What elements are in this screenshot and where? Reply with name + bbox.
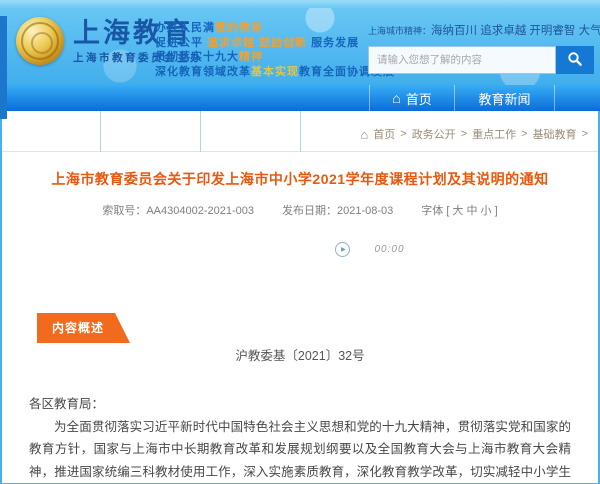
publish-date-value: 2021-08-03 xyxy=(337,205,393,217)
header-right: 上海城市精神：海纳百川 追求卓越 开明睿智 大气谦和 xyxy=(368,21,594,74)
publish-date: 发布日期：2021-08-03 xyxy=(282,202,393,218)
breadcrumb-item-open-gov[interactable]: 政务公开 xyxy=(412,126,456,142)
main-nav: ⌂ 首页 教育新闻 xyxy=(0,85,600,111)
slogan-text: 追求卓越 鼓励创新 xyxy=(207,37,307,49)
publish-date-label: 发布日期： xyxy=(282,205,337,217)
document-reference-number: 沪教委基〔2021〕32号 xyxy=(29,345,571,364)
slogan-text: 深化教育领域改革 xyxy=(155,66,251,78)
doc-number: 索取号：AA4304002-2021-003 xyxy=(102,202,254,218)
slogan-text: 意的教育 xyxy=(215,22,263,34)
salutation: 各区教育局： xyxy=(29,393,571,416)
nav-home-label: 首页 xyxy=(406,89,432,108)
article-meta: 索取号：AA4304002-2021-003 发布日期：2021-08-03 字… xyxy=(29,202,571,218)
menu-cell-divider xyxy=(200,111,201,152)
home-icon: ⌂ xyxy=(392,91,400,105)
nav-spacer xyxy=(0,85,370,111)
nav-item-education-news[interactable]: 教育新闻 xyxy=(455,85,555,111)
slogan-text: 服务发展 xyxy=(307,37,359,49)
slogan-text: 贯彻落实十九大 xyxy=(155,51,239,63)
body-paragraph: 为全面贯彻落实习近平新时代中国特色社会主义思想和党的十九大精神，贯彻落实党和国家… xyxy=(29,416,571,484)
font-size-control[interactable]: 字体 [ 大 中 小 ] xyxy=(421,202,497,218)
play-button[interactable]: ▶ xyxy=(335,242,350,257)
breadcrumb-home[interactable]: 首页 xyxy=(373,126,395,142)
breadcrumb-separator: > xyxy=(582,128,588,140)
article: 上海市教育委员会关于印发上海市中小学2021学年度课程计划及其说明的通知 索取号… xyxy=(2,152,598,483)
search-input[interactable] xyxy=(368,46,556,74)
slogan-text: 促进公平 xyxy=(155,37,207,49)
emblem-icon xyxy=(16,17,64,65)
site-header: 上海教育 上海市教育委员会主办 办好人民满意的教育 促进公平 追求卓越 鼓励创新… xyxy=(0,8,600,85)
search-icon xyxy=(567,51,583,70)
menu-cell-divider xyxy=(100,111,101,152)
search-button[interactable] xyxy=(556,46,594,74)
article-body: 各区教育局： 为全面贯彻落实习近平新时代中国特色社会主义思想和党的十九大精神，贯… xyxy=(29,393,571,484)
left-edge-decoration xyxy=(0,16,7,119)
menu-cell-divider xyxy=(300,111,301,152)
top-strip xyxy=(0,0,600,8)
city-spirit-label: 上海城市精神： xyxy=(368,26,431,36)
city-spirit-motto: 上海城市精神：海纳百川 追求卓越 开明睿智 大气谦和 xyxy=(368,21,594,39)
breadcrumb-separator: > xyxy=(521,128,527,140)
slogan-text: 精神 xyxy=(239,51,263,63)
audio-time: 00:00 xyxy=(374,244,404,255)
breadcrumb-separator: > xyxy=(461,128,467,140)
breadcrumb-item-key-work[interactable]: 重点工作 xyxy=(472,126,516,142)
article-title: 上海市教育委员会关于印发上海市中小学2021学年度课程计划及其说明的通知 xyxy=(29,152,571,189)
play-icon: ▶ xyxy=(341,247,346,253)
audio-player: ▶ 00:00 xyxy=(99,242,600,257)
slogan-text: 基本实现 xyxy=(251,66,299,78)
breadcrumb-item-basic-education[interactable]: 基础教育 xyxy=(533,126,577,142)
breadcrumb: ⌂ 首页 > 政务公开 > 重点工作 > 基础教育 > xyxy=(360,126,588,142)
submenu-row: ⌂ 首页 > 政务公开 > 重点工作 > 基础教育 > xyxy=(2,111,598,152)
page: 上海教育 上海市教育委员会主办 办好人民满意的教育 促进公平 追求卓越 鼓励创新… xyxy=(0,0,600,484)
doc-number-value: AA4304002-2021-003 xyxy=(146,205,254,217)
slogan-text: 办好人民满 xyxy=(155,22,215,34)
breadcrumb-home-icon: ⌂ xyxy=(360,128,368,141)
city-spirit-text: 海纳百川 追求卓越 开明睿智 大气谦和 xyxy=(431,25,600,37)
search-bar xyxy=(368,46,594,74)
nav-item-home[interactable]: ⌂ 首页 xyxy=(370,85,455,111)
breadcrumb-separator: > xyxy=(400,128,406,140)
section-tag-content-summary: 内容概述 xyxy=(37,313,130,343)
nav-news-label: 教育新闻 xyxy=(478,89,530,108)
doc-number-label: 索取号： xyxy=(102,205,146,217)
